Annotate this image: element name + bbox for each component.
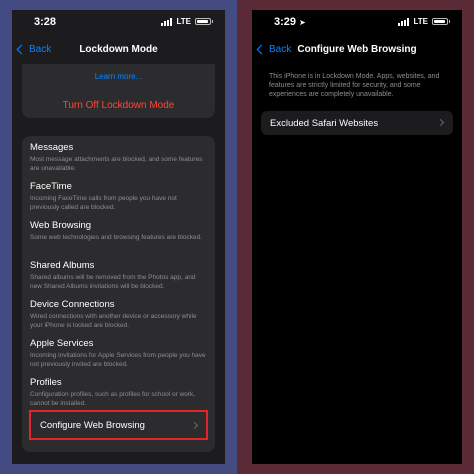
list-item-web-browsing: Web Browsing Some web technologies and b… [30, 220, 207, 243]
signal-icon [161, 17, 173, 26]
list-item-desc: Shared albums will be removed from the P… [30, 274, 196, 290]
status-indicators: LTE [398, 17, 450, 26]
list-item-device-connections: Device Connections Wired connections wit… [30, 299, 207, 330]
left-phone-screen: 3:28 LTE Back Lockdown Mode Learn more..… [12, 10, 225, 464]
list-item-desc: Incoming FaceTime calls from people you … [30, 195, 177, 211]
status-indicators: LTE [161, 17, 213, 26]
navigation-bar: Back Configure Web Browsing [252, 40, 462, 62]
right-phone-screen: 3:29 ➤ LTE Back Configure Web Browsing Th… [252, 10, 462, 464]
list-item-messages: Messages Most message attachments are bl… [30, 142, 207, 173]
location-arrow-icon: ➤ [299, 18, 306, 27]
page-title: Configure Web Browsing [297, 44, 417, 55]
list-item-title: Web Browsing [30, 220, 92, 231]
battery-icon [195, 18, 211, 25]
chevron-right-icon [436, 118, 445, 127]
list-item-profiles: Profiles Configuration profiles, such as… [30, 377, 207, 408]
network-type: LTE [176, 17, 191, 26]
status-time: 3:29 ➤ [274, 16, 306, 28]
chevron-right-icon [190, 421, 199, 430]
list-item-facetime: FaceTime Incoming FaceTime calls from pe… [30, 181, 207, 212]
signal-icon [398, 17, 410, 26]
learn-more-link[interactable]: Learn more... [22, 72, 215, 81]
configure-web-browsing-label: Configure Web Browsing [40, 419, 145, 431]
turn-off-lockdown-button[interactable]: Turn Off Lockdown Mode [22, 100, 215, 111]
list-item-title: Messages [30, 142, 74, 153]
network-type: LTE [413, 17, 428, 26]
list-item-desc: Most message attachments are blocked, an… [30, 156, 203, 172]
navigation-bar: Back Lockdown Mode [12, 40, 225, 62]
status-bar: 3:29 ➤ LTE [252, 10, 462, 34]
list-item-title: Device Connections [30, 299, 115, 310]
list-item-title: Shared Albums [30, 260, 95, 271]
list-item-title: Profiles [30, 377, 62, 388]
battery-cap [212, 20, 213, 23]
status-bar: 3:28 LTE [12, 10, 225, 34]
status-time: 3:28 [34, 16, 57, 28]
list-item-title: FaceTime [30, 181, 72, 192]
list-item-desc: Some web technologies and browsing featu… [30, 234, 202, 241]
excluded-safari-websites-label: Excluded Safari Websites [270, 117, 379, 129]
lockdown-actions-card: Learn more... Turn Off Lockdown Mode [22, 64, 215, 118]
list-item-apple-services: Apple Services Incoming invitations for … [30, 338, 207, 369]
excluded-safari-websites-button[interactable]: Excluded Safari Websites [261, 111, 453, 135]
battery-cap [449, 20, 450, 23]
battery-icon [432, 18, 448, 25]
list-item-title: Apple Services [30, 338, 94, 349]
configure-web-browsing-button[interactable]: Configure Web Browsing [29, 410, 208, 440]
list-item-shared-albums: Shared Albums Shared albums will be remo… [30, 260, 207, 291]
restrictions-list-card: Messages Most message attachments are bl… [22, 136, 215, 452]
lockdown-info-text: This iPhone is in Lockdown Mode. Apps, w… [269, 73, 440, 98]
list-item-desc: Wired connections with another device or… [30, 313, 197, 329]
page-title: Lockdown Mode [79, 44, 158, 55]
status-time-text: 3:29 [274, 16, 297, 28]
list-item-desc: Configuration profiles, such as profiles… [30, 391, 196, 407]
list-item-desc: Incoming invitations for Apple Services … [30, 352, 206, 368]
